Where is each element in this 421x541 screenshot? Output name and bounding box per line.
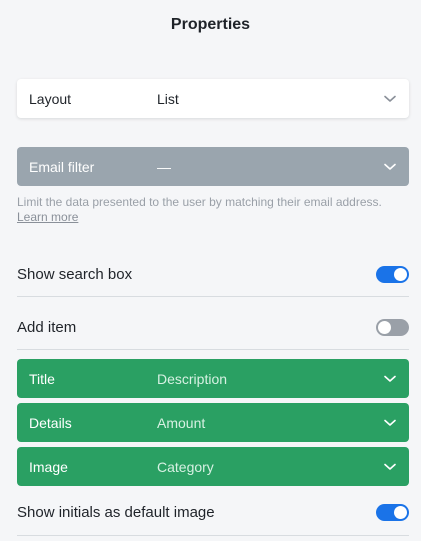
show-search-box-row: Show search box: [17, 263, 409, 285]
email-filter-value: —: [157, 158, 171, 175]
email-filter-help: Limit the data presented to the user by …: [17, 195, 397, 225]
toggle-knob: [394, 505, 407, 519]
title-mapping-dropdown[interactable]: Title Description: [17, 359, 409, 398]
add-item-row: Add item: [17, 316, 409, 338]
show-search-box-label: Show search box: [17, 265, 133, 283]
divider: [17, 535, 409, 536]
image-mapping-dropdown[interactable]: Image Category: [17, 447, 409, 486]
chevron-down-icon: [383, 92, 397, 106]
show-initials-toggle[interactable]: [376, 503, 409, 521]
show-search-box-toggle[interactable]: [376, 265, 409, 283]
chevron-down-icon: [383, 372, 397, 386]
add-item-label: Add item: [17, 318, 77, 336]
divider: [17, 349, 409, 350]
email-filter-help-text: Limit the data presented to the user by …: [17, 195, 382, 209]
show-initials-row: Show initials as default image: [17, 501, 409, 523]
add-item-toggle[interactable]: [376, 318, 409, 336]
title-mapping-value: Description: [157, 370, 228, 387]
chevron-down-icon: [383, 160, 397, 174]
chevron-down-icon: [383, 416, 397, 430]
divider: [17, 296, 409, 297]
chevron-down-icon: [383, 460, 397, 474]
show-initials-label: Show initials as default image: [17, 503, 215, 521]
toggle-knob: [394, 267, 407, 281]
layout-dropdown[interactable]: Layout List: [17, 79, 409, 118]
layout-value: List: [157, 90, 179, 107]
image-mapping-label: Image: [29, 458, 68, 475]
layout-label: Layout: [29, 90, 72, 107]
image-mapping-value: Category: [157, 458, 214, 475]
details-mapping-dropdown[interactable]: Details Amount: [17, 403, 409, 442]
email-filter-label: Email filter: [29, 158, 95, 175]
properties-title: Properties: [170, 16, 251, 33]
toggle-knob: [378, 320, 391, 334]
details-mapping-value: Amount: [157, 414, 206, 431]
title-mapping-label: Title: [29, 370, 55, 387]
learn-more-link[interactable]: Learn more: [17, 210, 78, 224]
details-mapping-label: Details: [29, 414, 72, 431]
email-filter-dropdown[interactable]: Email filter —: [17, 147, 409, 186]
